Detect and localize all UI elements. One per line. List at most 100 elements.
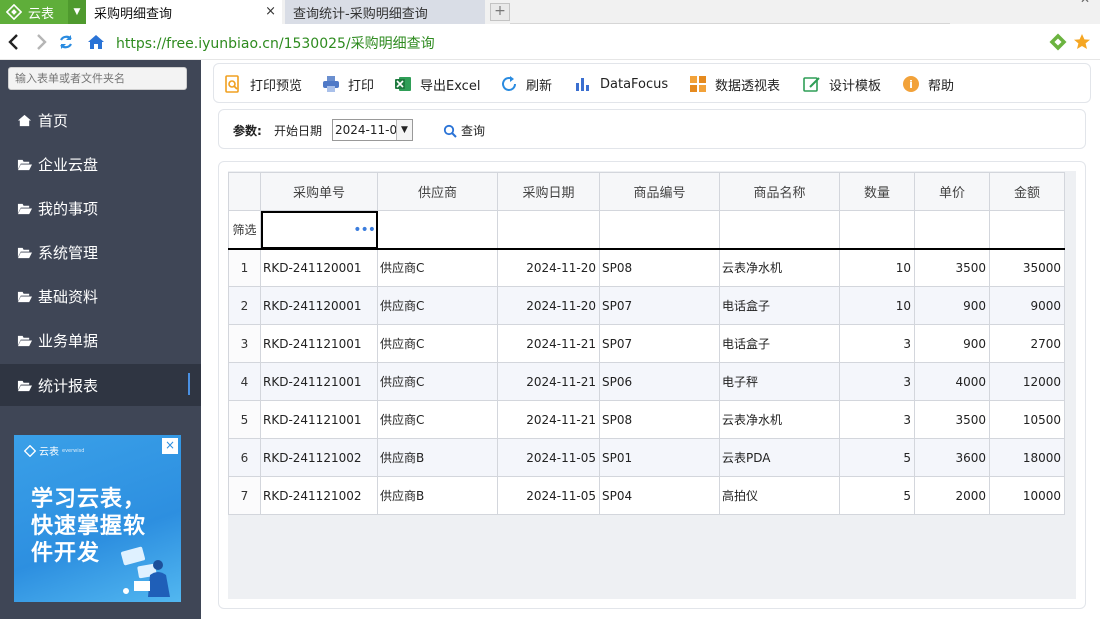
- cell-quantity[interactable]: 10: [839, 286, 915, 325]
- reload-icon[interactable]: [56, 32, 76, 52]
- cell-unit-price[interactable]: 900: [914, 286, 990, 325]
- filter-cell[interactable]: [839, 210, 915, 249]
- pivot-table-button[interactable]: 数据透视表: [689, 74, 780, 94]
- cell-product-name[interactable]: 高拍仪: [719, 476, 840, 515]
- new-tab-button[interactable]: +: [490, 3, 510, 21]
- cell-quantity[interactable]: 10: [839, 248, 915, 287]
- print-button[interactable]: 打印: [322, 74, 374, 94]
- row-index[interactable]: 5: [228, 400, 261, 439]
- app-menu-button[interactable]: 云表 ▼: [0, 0, 86, 24]
- table-row[interactable]: 3 RKD-241121001 供应商C 2024-11-21 SP07 电话盒子 3 900…: [228, 324, 1065, 363]
- minimize-icon[interactable]: –: [1044, 0, 1050, 6]
- close-icon[interactable]: ×: [162, 438, 178, 454]
- star-icon[interactable]: [1072, 32, 1092, 52]
- query-button[interactable]: 查询: [443, 122, 485, 139]
- help-button[interactable]: i 帮助: [902, 74, 954, 94]
- sidebar-item-master-data[interactable]: 基础资料: [0, 276, 201, 316]
- column-header[interactable]: 商品名称: [719, 172, 840, 211]
- cell-supplier[interactable]: 供应商C: [377, 362, 498, 401]
- filter-cell[interactable]: [377, 210, 498, 249]
- row-index[interactable]: 2: [228, 286, 261, 325]
- close-window-icon[interactable]: ✕: [1080, 0, 1090, 6]
- column-header[interactable]: 采购日期: [497, 172, 600, 211]
- sidebar-item-home[interactable]: 首页: [0, 100, 201, 140]
- cell-product-code[interactable]: SP08: [599, 400, 720, 439]
- extension-icon[interactable]: [1048, 32, 1068, 52]
- cell-purchase-date[interactable]: 2024-11-20: [497, 248, 600, 287]
- row-index[interactable]: 6: [228, 438, 261, 477]
- filter-cell[interactable]: [497, 210, 600, 249]
- cell-quantity[interactable]: 3: [839, 324, 915, 363]
- back-icon[interactable]: [4, 32, 24, 52]
- filter-cell[interactable]: [914, 210, 990, 249]
- table-row[interactable]: 4 RKD-241121001 供应商C 2024-11-21 SP06 电子秤 3 4000…: [228, 362, 1065, 401]
- cell-product-code[interactable]: SP07: [599, 286, 720, 325]
- cell-purchase-date[interactable]: 2024-11-20: [497, 286, 600, 325]
- cell-unit-price[interactable]: 3600: [914, 438, 990, 477]
- table-row[interactable]: 2 RKD-241120001 供应商C 2024-11-20 SP07 电话盒子 10 90…: [228, 286, 1065, 325]
- forward-icon[interactable]: [31, 32, 51, 52]
- sidebar-item-reports[interactable]: 统计报表: [0, 364, 201, 406]
- cell-amount[interactable]: 18000: [989, 438, 1065, 477]
- table-row[interactable]: 7 RKD-241121002 供应商B 2024-11-05 SP04 高拍仪 5 2000…: [228, 476, 1065, 515]
- home-icon[interactable]: [86, 32, 106, 52]
- cell-product-name[interactable]: 云表PDA: [719, 438, 840, 477]
- promo-banner[interactable]: 云表 everwisd × 学习云表， 快速掌握软 件开发: [14, 435, 181, 602]
- table-row[interactable]: 6 RKD-241121002 供应商B 2024-11-05 SP01 云表PDA 5 36…: [228, 438, 1065, 477]
- cell-amount[interactable]: 9000: [989, 286, 1065, 325]
- cell-amount[interactable]: 10500: [989, 400, 1065, 439]
- chevron-down-icon[interactable]: ▼: [68, 0, 86, 24]
- cell-product-code[interactable]: SP06: [599, 362, 720, 401]
- close-icon[interactable]: ×: [265, 4, 276, 19]
- table-row[interactable]: 1 RKD-241120001 供应商C 2024-11-20 SP08 云表净水机 10 3…: [228, 248, 1065, 287]
- filter-cell[interactable]: [599, 210, 720, 249]
- cell-product-code[interactable]: SP07: [599, 324, 720, 363]
- cell-unit-price[interactable]: 4000: [914, 362, 990, 401]
- cell-product-code[interactable]: SP04: [599, 476, 720, 515]
- row-index[interactable]: 3: [228, 324, 261, 363]
- cell-purchase-date[interactable]: 2024-11-05: [497, 438, 600, 477]
- chevron-down-icon[interactable]: ▼: [396, 120, 412, 140]
- tab-purchase-detail-query[interactable]: 采购明细查询 ×: [86, 0, 282, 24]
- datafocus-button[interactable]: DataFocus: [574, 74, 668, 94]
- filter-cell-order[interactable]: •••: [260, 210, 378, 249]
- cell-supplier[interactable]: 供应商C: [377, 248, 498, 287]
- cell-product-code[interactable]: SP01: [599, 438, 720, 477]
- design-template-button[interactable]: 设计模板: [803, 74, 881, 94]
- column-header[interactable]: 单价: [914, 172, 990, 211]
- tab-query-stats[interactable]: 查询统计-采购明细查询: [285, 0, 485, 24]
- row-index[interactable]: 7: [228, 476, 261, 515]
- table-row[interactable]: 5 RKD-241121001 供应商C 2024-11-21 SP08 云表净水机 3 35…: [228, 400, 1065, 439]
- column-header[interactable]: 供应商: [377, 172, 498, 211]
- cell-unit-price[interactable]: 900: [914, 324, 990, 363]
- cell-product-name[interactable]: 电话盒子: [719, 324, 840, 363]
- row-index[interactable]: 1: [228, 248, 261, 287]
- cell-order-no[interactable]: RKD-241121001: [260, 400, 378, 439]
- more-icon[interactable]: •••: [353, 222, 376, 238]
- cell-amount[interactable]: 35000: [989, 248, 1065, 287]
- cell-purchase-date[interactable]: 2024-11-05: [497, 476, 600, 515]
- filter-cell[interactable]: [719, 210, 840, 249]
- filter-cell[interactable]: [989, 210, 1065, 249]
- cell-product-name[interactable]: 电子秤: [719, 362, 840, 401]
- cell-product-name[interactable]: 云表净水机: [719, 400, 840, 439]
- cell-purchase-date[interactable]: 2024-11-21: [497, 400, 600, 439]
- column-header[interactable]: 商品编号: [599, 172, 720, 211]
- cell-order-no[interactable]: RKD-241121002: [260, 476, 378, 515]
- cell-amount[interactable]: 10000: [989, 476, 1065, 515]
- url-field[interactable]: https://free.iyunbiao.cn/1530025/采购明细查询: [116, 33, 435, 53]
- sidebar-item-system-admin[interactable]: 系统管理: [0, 232, 201, 272]
- cell-order-no[interactable]: RKD-241120001: [260, 248, 378, 287]
- cell-purchase-date[interactable]: 2024-11-21: [497, 324, 600, 363]
- cell-quantity[interactable]: 3: [839, 400, 915, 439]
- start-date-select[interactable]: 2024-11-01 ▼: [332, 119, 413, 141]
- cell-order-no[interactable]: RKD-241121001: [260, 324, 378, 363]
- cell-unit-price[interactable]: 3500: [914, 248, 990, 287]
- cell-quantity[interactable]: 5: [839, 476, 915, 515]
- column-header[interactable]: 数量: [839, 172, 915, 211]
- cell-quantity[interactable]: 5: [839, 438, 915, 477]
- cell-quantity[interactable]: 3: [839, 362, 915, 401]
- cell-unit-price[interactable]: 2000: [914, 476, 990, 515]
- cell-product-code[interactable]: SP08: [599, 248, 720, 287]
- row-index[interactable]: 4: [228, 362, 261, 401]
